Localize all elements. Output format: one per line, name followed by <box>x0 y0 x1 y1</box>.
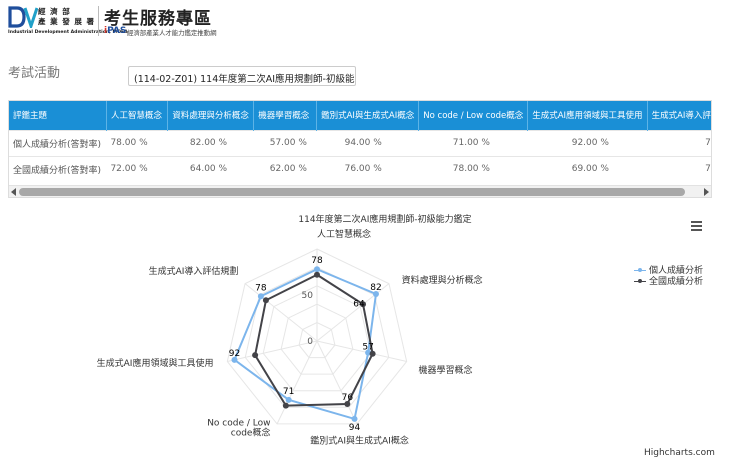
legend-item-national[interactable]: 全國成績分析 <box>634 275 704 287</box>
data-point-national <box>314 271 320 278</box>
radar-spoke <box>316 340 358 425</box>
table-header-cell: 生成式AI應用領域與工具使用 <box>527 101 648 130</box>
data-point-personal <box>285 396 292 403</box>
table-cell: 78.00 % <box>418 155 528 182</box>
chart-legend: 個人成績分析 全國成績分析 <box>634 264 704 287</box>
data-point-national <box>262 297 269 304</box>
table-cell: 92.00 % <box>527 129 648 156</box>
ida-logo-icon <box>8 6 38 28</box>
table-cell: 71.00 % <box>647 155 711 182</box>
table-row: 個人成績分析(答對率) 78.00 % 82.00 % 57.00 % 94.0… <box>9 129 711 156</box>
org-name-line1: 經 濟 部 <box>38 7 71 16</box>
table-cell: 全國成績分析(答對率) <box>9 155 107 182</box>
data-label-national: 76 <box>342 393 354 403</box>
radar-axis-label: 人工智慧概念 <box>317 228 371 240</box>
table-horizontal-scrollbar[interactable] <box>9 185 711 197</box>
table-header-cell: No code / Low code概念 <box>418 101 529 130</box>
org-name-line2: 產 業 發 展 署 <box>38 17 95 26</box>
data-label-personal: 78 <box>311 256 323 266</box>
data-point-personal <box>351 415 358 422</box>
radar-axis-label-line: code概念 <box>231 426 271 438</box>
org-name-cn: 經 濟 部 產 業 發 展 署 <box>38 7 95 27</box>
legend-label: 全國成績分析 <box>649 277 704 287</box>
table-cell: 82.00 % <box>167 129 254 156</box>
data-label-personal: 82 <box>370 283 381 293</box>
data-label-personal: 92 <box>229 349 240 359</box>
exam-activity-label: 考試活動 <box>8 66 61 81</box>
table-cell: 64.00 % <box>167 155 254 182</box>
table-header-cell: 機器學習概念 <box>253 101 318 130</box>
table-row: 全國成績分析(答對率) 72.00 % 64.00 % 62.00 % 76.0… <box>9 155 711 182</box>
data-point-national <box>252 352 259 359</box>
table-cell: 72.00 % <box>106 155 168 182</box>
table-cell: 69.00 % <box>527 155 648 182</box>
radar-chart: 0 50 人工智慧概念資料處理與分析概念機器學習概念鑑別式AI與生成式AI概念 No … <box>97 228 483 446</box>
data-label-personal: 71 <box>283 387 294 397</box>
series-line-national <box>254 273 374 407</box>
table-cell: 57.00 % <box>253 129 317 156</box>
radar-axis-label: 生成式AI應用領域與工具使用 <box>97 357 214 369</box>
scrollbar-thumb[interactable] <box>19 188 685 196</box>
radar-axis-label: 資料處理與分析概念 <box>402 274 483 286</box>
table-header-cell: 生成式AI導入評估規劃 <box>647 101 711 130</box>
ipas-logo-pas: PAS <box>107 26 127 36</box>
table-cell: 個人成績分析(答對率) <box>9 129 107 156</box>
table-cell: 76.00 % <box>316 155 419 182</box>
table-cell: 78.00 % <box>647 129 711 156</box>
table-cell: 62.00 % <box>253 155 317 182</box>
highcharts-credits-link[interactable]: Highcharts.com <box>644 448 715 458</box>
radar-chart-panel: 114年度第二次AI應用規劃師-初級能力鑑定 0 50 人工智慧概念 資料處理與分析概… <box>0 205 740 468</box>
radar-axis-label: 機器學習概念 <box>419 364 473 376</box>
data-point-national <box>282 402 289 409</box>
radar-tick-label: 50 <box>302 291 314 301</box>
data-point-personal <box>314 266 320 273</box>
radar-axis-label: 生成式AI導入評估規劃 <box>149 265 239 277</box>
exam-activity-select[interactable]: (114-02-Z01) 114年度第二次AI應用規劃師-初級能力鑑定 <box>128 66 356 86</box>
radar-tick-label: 0 <box>307 337 313 347</box>
radar-spoke <box>276 340 318 425</box>
scroll-right-arrow-icon[interactable] <box>704 188 709 196</box>
table-cell: 71.00 % <box>418 129 528 156</box>
legend-symbol-icon <box>634 266 646 274</box>
legend-symbol-icon <box>634 277 646 285</box>
table-cell: 78.00 % <box>106 129 168 156</box>
radar-axis-label: No code / Low code概念 <box>207 418 270 438</box>
table-header-cell: 評鑑主題 <box>9 101 107 130</box>
score-table: 評鑑主題 人工智慧概念 資料處理與分析概念 機器學習概念 鑑別式AI與生成式AI… <box>9 101 711 182</box>
radar-axis-label: 鑑別式AI與生成式AI概念 <box>310 434 409 446</box>
table-header-row: 評鑑主題 人工智慧概念 資料處理與分析概念 機器學習概念 鑑別式AI與生成式AI… <box>9 101 711 130</box>
data-label-personal: 94 <box>349 423 361 433</box>
ipas-logo: iPAS <box>104 26 126 36</box>
data-label-personal: 57 <box>362 343 373 353</box>
scroll-left-arrow-icon[interactable] <box>11 188 16 196</box>
table-header-cell: 鑑別式AI與生成式AI概念 <box>316 101 420 130</box>
data-label-personal: 78 <box>255 283 267 293</box>
ipas-subtitle: 經濟部產業人才能力鑑定推動網 <box>127 29 217 37</box>
table-cell: 94.00 % <box>316 129 419 156</box>
data-label-national: 64 <box>353 299 365 309</box>
data-point-personal <box>257 293 264 300</box>
table-header-cell: 人工智慧概念 <box>106 101 169 130</box>
site-header: 經 濟 部 產 業 發 展 署 Industrial Development A… <box>0 0 740 44</box>
score-table-container: 評鑑主題 人工智慧概念 資料處理與分析概念 機器學習概念 鑑別式AI與生成式AI… <box>8 100 712 198</box>
header-divider <box>98 6 99 36</box>
table-header-cell: 資料處理與分析概念 <box>167 101 255 130</box>
radar-axis-label-line: No code / Low <box>207 418 270 428</box>
